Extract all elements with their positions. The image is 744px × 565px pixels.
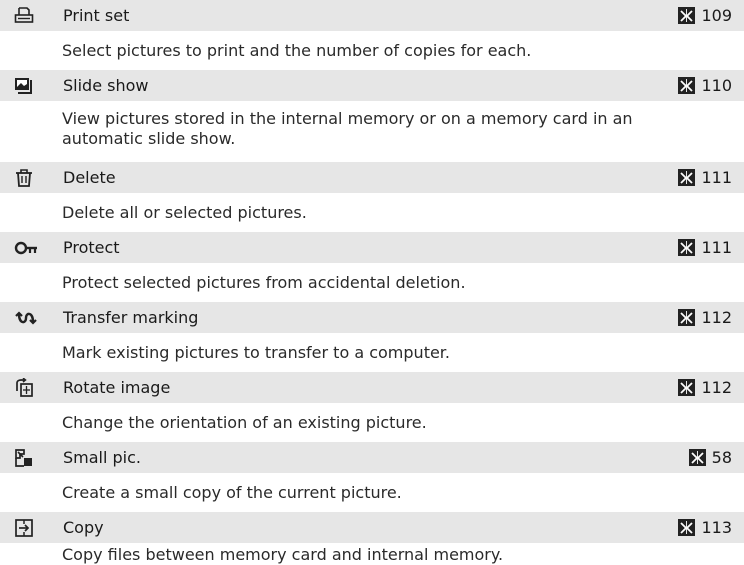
page-reference: 110: [678, 76, 732, 95]
menu-row-delete: Delete 111: [0, 162, 744, 193]
protect-icon: [14, 237, 38, 259]
page-reference-icon: [678, 309, 696, 326]
menu-entry-print-set: Print set 109 Select pictures to print a…: [0, 0, 744, 70]
page-reference-icon: [678, 239, 696, 256]
menu-row-print-set: Print set 109: [0, 0, 744, 31]
page-reference-icon: [678, 379, 696, 396]
menu-entry-small-pic: Small pic. 58 Create a small copy of the…: [0, 442, 744, 512]
menu-description: View pictures stored in the internal mem…: [62, 109, 633, 148]
menu-row-small-pic: Small pic. 58: [0, 442, 744, 473]
menu-description: Create a small copy of the current pictu…: [62, 482, 402, 502]
page-number: 112: [701, 378, 732, 397]
page-number: 112: [701, 308, 732, 327]
menu-row-copy: Copy 113: [0, 512, 744, 543]
menu-row-protect: Protect 111: [0, 232, 744, 263]
menu-title: Delete: [63, 168, 116, 187]
menu-title: Rotate image: [63, 378, 171, 397]
menu-entry-delete: Delete 111 Delete all or selected pictur…: [0, 162, 744, 232]
page-reference: 58: [688, 448, 732, 467]
page-reference: 109: [678, 6, 732, 25]
menu-title: Copy: [63, 518, 104, 537]
slide-show-icon: [14, 75, 38, 97]
page-reference: 113: [678, 518, 732, 537]
page-number: 110: [701, 76, 732, 95]
menu-title: Print set: [63, 6, 130, 25]
delete-icon: [14, 167, 38, 189]
page-number: 113: [701, 518, 732, 537]
menu-description: Protect selected pictures from accidenta…: [62, 272, 466, 292]
menu-entry-slide-show: Slide show 110 View pictures stored in t…: [0, 70, 744, 162]
page-reference-icon: [678, 7, 696, 24]
page-reference-icon: [678, 519, 696, 536]
menu-title: Protect: [63, 238, 120, 257]
page-reference-icon: [688, 449, 706, 466]
rotate-image-icon: [14, 377, 38, 399]
small-pic-icon: [14, 447, 38, 469]
menu-row-rotate-image: Rotate image 112: [0, 372, 744, 403]
menu-entry-transfer-marking: Transfer marking 112 Mark existing pictu…: [0, 302, 744, 372]
menu-title: Small pic.: [63, 448, 142, 467]
menu-description: Copy files between memory card and inter…: [62, 545, 504, 564]
page-number: 111: [701, 168, 732, 187]
menu-title: Transfer marking: [63, 308, 199, 327]
page-number: 58: [711, 448, 732, 467]
print-set-icon: [14, 5, 38, 27]
page-reference: 111: [678, 168, 732, 187]
menu-description: Select pictures to print and the number …: [62, 40, 532, 60]
page-reference: 111: [678, 238, 732, 257]
page-reference-icon: [678, 169, 696, 186]
menu-entry-protect: Protect 111 Protect selected pictures fr…: [0, 232, 744, 302]
menu-title: Slide show: [63, 76, 149, 95]
page-reference: 112: [678, 308, 732, 327]
menu-description: Delete all or selected pictures.: [62, 202, 307, 222]
menu-row-slide-show: Slide show 110: [0, 70, 744, 101]
page-number: 111: [701, 238, 732, 257]
copy-icon: [14, 517, 38, 539]
page-reference-icon: [678, 77, 696, 94]
menu-description: Change the orientation of an existing pi…: [62, 412, 427, 432]
menu-row-transfer-marking: Transfer marking 112: [0, 302, 744, 333]
menu-description: Mark existing pictures to transfer to a …: [62, 342, 450, 362]
playback-menu-list: Print set 109 Select pictures to print a…: [0, 0, 744, 564]
transfer-marking-icon: [14, 307, 38, 329]
menu-entry-rotate-image: Rotate image 112 Change the orientation …: [0, 372, 744, 442]
menu-entry-copy: Copy 113 Copy files between memory card …: [0, 512, 744, 565]
page-number: 109: [701, 6, 732, 25]
page-reference: 112: [678, 378, 732, 397]
